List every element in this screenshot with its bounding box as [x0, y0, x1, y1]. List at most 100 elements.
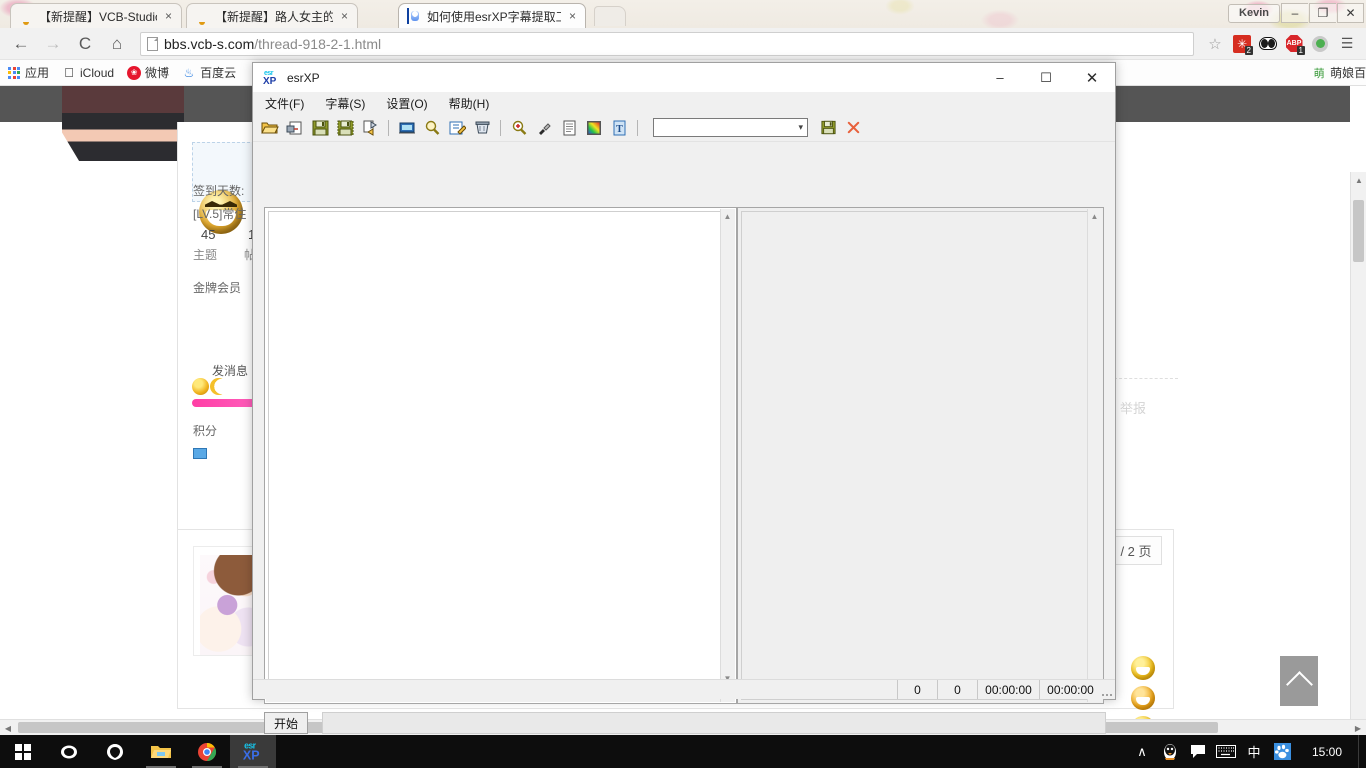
status-count-a: 0	[897, 680, 937, 699]
start-button[interactable]	[0, 735, 46, 768]
esrxp-title-bar[interactable]: esr XP esrXP – ☐ ✕	[253, 63, 1115, 92]
palette-icon[interactable]	[583, 117, 605, 139]
subtitle-preview-panel[interactable]: ▲ ▼ ◀ ▶	[264, 207, 737, 704]
keyboard-icon[interactable]	[1212, 735, 1240, 768]
delete-profile-icon[interactable]	[842, 117, 864, 139]
bell-icon	[195, 9, 210, 24]
minimize-icon[interactable]: –	[1281, 3, 1308, 23]
forward-icon[interactable]: →	[38, 30, 68, 58]
start-button[interactable]: 开始	[264, 712, 308, 734]
page-info-icon[interactable]	[147, 36, 158, 51]
emoji-heart-eyes-icon[interactable]	[1131, 686, 1155, 710]
scroll-up-icon[interactable]: ▲	[1351, 172, 1366, 188]
search-icon[interactable]	[421, 117, 443, 139]
baidu-ime-icon[interactable]	[1268, 735, 1296, 768]
show-desktop-button[interactable]	[1358, 735, 1366, 768]
subtitle-preview-canvas[interactable]	[268, 211, 733, 700]
scroll-thumb[interactable]	[1353, 200, 1364, 262]
reload-icon[interactable]: C	[70, 30, 100, 58]
bookmark-label: 应用	[25, 66, 50, 80]
send-message-link[interactable]: 发消息	[212, 362, 248, 379]
maximize-icon[interactable]: ☐	[1023, 63, 1069, 92]
status-time-b: 00:00:00	[1039, 680, 1101, 699]
scroll-right-icon[interactable]: ▶	[1350, 720, 1366, 735]
chevron-down-icon[interactable]: ▾	[798, 122, 803, 133]
page-vertical-scrollbar[interactable]: ▲ ▼	[1350, 172, 1366, 735]
menu-settings[interactable]: 设置(O)	[382, 93, 431, 114]
file-explorer-button[interactable]	[138, 735, 184, 768]
browser-tab-3-active[interactable]: 如何使用esrXP字幕提取工 ×	[398, 3, 586, 28]
eyedropper-icon[interactable]	[533, 117, 555, 139]
save-as-icon[interactable]	[334, 117, 356, 139]
scroll-up-icon[interactable]: ▲	[1087, 209, 1102, 224]
action-center-icon[interactable]	[1184, 735, 1212, 768]
zoom-in-icon[interactable]	[508, 117, 530, 139]
adblock-plus-icon[interactable]: ABP 1	[1282, 32, 1306, 56]
save-icon[interactable]	[309, 117, 331, 139]
taskbar-clock[interactable]: 15:00	[1296, 735, 1358, 768]
export-icon[interactable]	[359, 117, 381, 139]
preview-vertical-scrollbar[interactable]: ▲ ▼	[720, 209, 735, 702]
back-icon[interactable]: ←	[6, 30, 36, 58]
scroll-left-icon[interactable]: ◀	[0, 720, 16, 735]
folder-icon	[151, 745, 171, 758]
chrome-user-badge[interactable]: Kevin	[1228, 3, 1280, 23]
subtitle-list-panel[interactable]: ▲ ▼	[737, 207, 1104, 704]
forum-banner-image	[62, 86, 184, 161]
tab-close-icon[interactable]: ×	[338, 10, 351, 22]
moon-icon	[210, 378, 227, 395]
bookmark-star-icon[interactable]: ☆	[1202, 35, 1228, 53]
close-icon[interactable]: ✕	[1337, 3, 1364, 23]
open-video-icon[interactable]	[284, 117, 306, 139]
save-profile-icon[interactable]	[817, 117, 839, 139]
scroll-up-icon[interactable]: ▲	[720, 209, 735, 224]
menu-file[interactable]: 文件(F)	[261, 93, 308, 114]
chrome-menu-icon[interactable]: ☰	[1334, 35, 1360, 52]
show-hidden-icons[interactable]: ∧	[1128, 735, 1156, 768]
list-vertical-scrollbar[interactable]: ▲ ▼	[1087, 209, 1102, 702]
menu-help[interactable]: 帮助(H)	[445, 93, 494, 114]
panda-extension-icon[interactable]	[1256, 32, 1280, 56]
page-indicator: / 2 页	[1110, 536, 1162, 565]
maximize-icon[interactable]: ❐	[1309, 3, 1336, 23]
tab-close-icon[interactable]: ×	[162, 10, 175, 22]
ime-mode-icon[interactable]: 中	[1240, 735, 1268, 768]
emoji-laugh-icon[interactable]	[1131, 656, 1155, 680]
home-icon[interactable]: ⌂	[102, 30, 132, 58]
taskview-button[interactable]	[46, 735, 92, 768]
subtitle-list-area[interactable]	[741, 211, 1100, 700]
bookmark-baiduyun[interactable]: ♨ 百度云	[182, 64, 236, 81]
chrome-taskbar-button[interactable]	[184, 735, 230, 768]
green-dot-extension-icon[interactable]	[1308, 32, 1332, 56]
bookmark-moegirl[interactable]: 萌 萌娘百科	[1312, 64, 1366, 81]
browser-tab-2[interactable]: 【新提醒】路人女主的养 ×	[186, 3, 358, 28]
trash-icon[interactable]	[471, 117, 493, 139]
profile-combobox[interactable]: ▾	[653, 118, 808, 137]
ocr-text-icon[interactable]: T	[608, 117, 630, 139]
edit-subtitle-icon[interactable]	[446, 117, 468, 139]
mail-icon[interactable]	[193, 448, 207, 459]
tab-close-icon[interactable]: ×	[566, 10, 579, 22]
scroll-to-top-button[interactable]	[1280, 656, 1318, 706]
resize-grip-icon[interactable]	[1101, 680, 1115, 699]
qq-icon[interactable]	[1156, 735, 1184, 768]
report-link[interactable]: 举报	[1120, 398, 1146, 417]
new-tab-button[interactable]	[594, 6, 626, 26]
capture-frame-icon[interactable]	[396, 117, 418, 139]
menu-subtitle[interactable]: 字幕(S)	[321, 93, 369, 114]
bookmark-apps[interactable]: 应用	[7, 64, 49, 81]
esrxp-caption-buttons: – ☐ ✕	[977, 63, 1115, 92]
close-icon[interactable]: ✕	[1069, 63, 1115, 92]
address-bar[interactable]: bbs.vcb-s.com/thread-918-2-1.html	[140, 31, 1194, 56]
bookmark-weibo[interactable]: ❀ 微博	[127, 64, 169, 81]
browser-tab-1[interactable]: 【新提醒】VCB-Studio分 ×	[10, 3, 182, 28]
open-file-icon[interactable]	[259, 117, 281, 139]
alienware-app[interactable]	[92, 735, 138, 768]
minimize-icon[interactable]: –	[977, 63, 1023, 92]
text-page-icon[interactable]	[558, 117, 580, 139]
esrxp-taskbar-button[interactable]: esr XP	[230, 735, 276, 768]
cortana-icon	[61, 745, 77, 758]
bookmark-icloud[interactable]:  iCloud	[62, 65, 114, 80]
red-puzzle-extension-icon[interactable]: ✳ 2	[1230, 32, 1254, 56]
report-divider	[1114, 378, 1178, 390]
